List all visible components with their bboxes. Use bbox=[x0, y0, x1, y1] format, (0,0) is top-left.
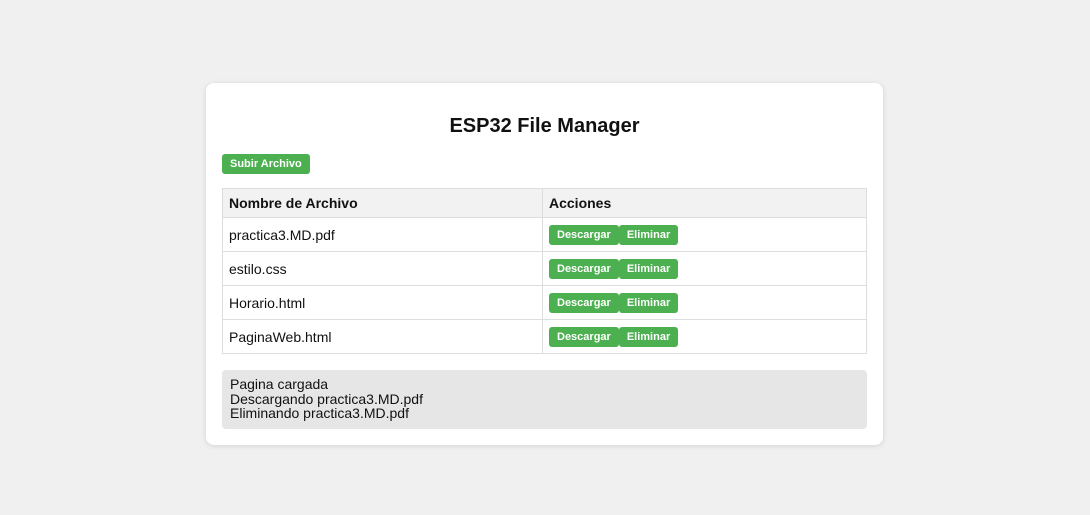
actions-cell: Descargar Eliminar bbox=[542, 285, 867, 320]
upload-file-button[interactable]: Subir Archivo bbox=[222, 154, 310, 174]
delete-button[interactable]: Eliminar bbox=[618, 292, 679, 313]
file-name-cell: estilo.css bbox=[222, 251, 543, 286]
file-manager-card: ESP32 File Manager Subir Archivo Nombre … bbox=[206, 83, 883, 445]
download-button[interactable]: Descargar bbox=[549, 258, 619, 279]
log-line: Descargando practica3.MD.pdf bbox=[230, 390, 423, 407]
log-line: Eliminando practica3.MD.pdf bbox=[230, 405, 409, 421]
download-button[interactable]: Descargar bbox=[549, 326, 619, 347]
actions-cell: Descargar Eliminar bbox=[542, 251, 867, 286]
table-row: estilo.css Descargar Eliminar bbox=[222, 251, 867, 286]
column-header-actions: Acciones bbox=[542, 188, 867, 218]
column-header-filename: Nombre de Archivo bbox=[222, 188, 543, 218]
file-name-cell: practica3.MD.pdf bbox=[222, 217, 543, 252]
file-name-cell: Horario.html bbox=[222, 285, 543, 320]
table-header-row: Nombre de Archivo Acciones bbox=[222, 188, 867, 218]
actions-cell: Descargar Eliminar bbox=[542, 217, 867, 252]
file-table: Nombre de Archivo Acciones practica3.MD.… bbox=[222, 188, 867, 354]
log-line: Pagina cargada bbox=[230, 376, 329, 392]
table-row: PaginaWeb.html Descargar Eliminar bbox=[222, 319, 867, 354]
delete-button[interactable]: Eliminar bbox=[618, 224, 679, 245]
table-row: practica3.MD.pdf Descargar Eliminar bbox=[222, 217, 867, 252]
page-title: ESP32 File Manager bbox=[449, 115, 640, 137]
file-name-cell: PaginaWeb.html bbox=[222, 319, 543, 354]
activity-log: Pagina cargada Descargando practica3.MD.… bbox=[222, 370, 867, 429]
download-button[interactable]: Descargar bbox=[549, 292, 619, 313]
actions-cell: Descargar Eliminar bbox=[542, 319, 867, 354]
delete-button[interactable]: Eliminar bbox=[618, 326, 679, 347]
download-button[interactable]: Descargar bbox=[549, 224, 619, 245]
delete-button[interactable]: Eliminar bbox=[618, 258, 679, 279]
table-row: Horario.html Descargar Eliminar bbox=[222, 285, 867, 320]
